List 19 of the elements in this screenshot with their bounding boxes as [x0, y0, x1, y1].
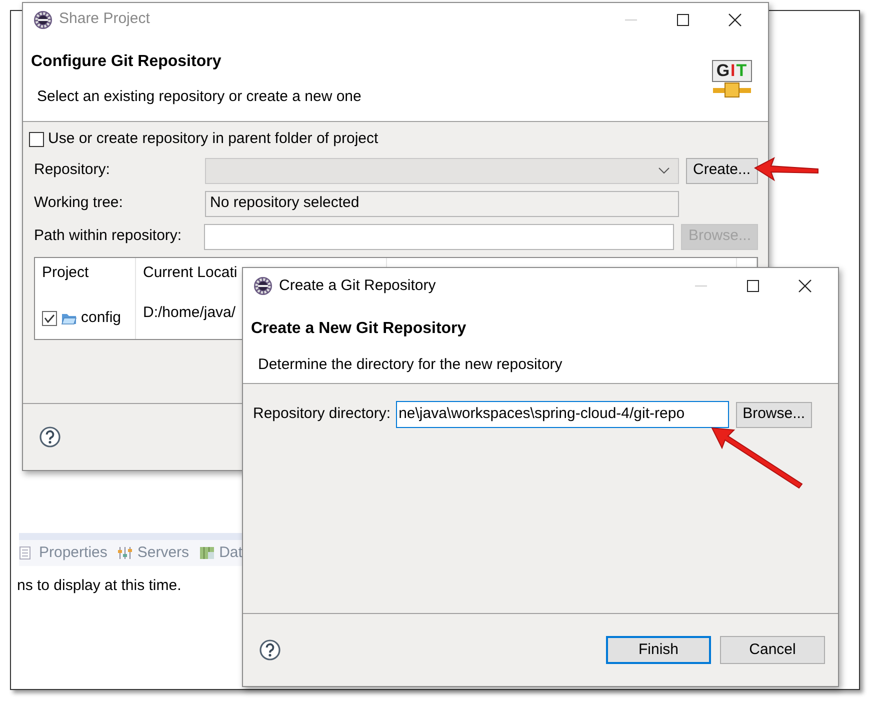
field-label: Repository directory: [253, 404, 391, 424]
browse-button[interactable]: Browse... [736, 402, 812, 428]
project-name: config [81, 308, 122, 328]
working-tree-field: No repository selected [205, 190, 679, 216]
header-message: Select an existing repository or create a new one [36, 87, 362, 107]
field-label: Path within repository: [33, 226, 183, 246]
directory-field[interactable]: ne\java\workspaces\spring-cloud-4/git-repo [396, 401, 729, 428]
window-title: Share Project [59, 9, 151, 30]
field-label: Working tree: [33, 193, 124, 214]
checkbox-label: Use or create repository in parent folder of project [48, 129, 378, 149]
create-button[interactable]: Create... [686, 158, 758, 184]
header-message: Determine the directory for the new repository [257, 355, 562, 375]
field-label: Repository: [33, 160, 111, 180]
logo-text: GIT [712, 60, 752, 82]
header-title: Configure Git Repository [31, 52, 222, 72]
column-header: Project [35, 258, 136, 298]
cancel-button[interactable]: Cancel [720, 636, 825, 664]
status-message: ns to display at this time. [17, 576, 182, 596]
finish-button[interactable]: Finish [606, 636, 711, 664]
